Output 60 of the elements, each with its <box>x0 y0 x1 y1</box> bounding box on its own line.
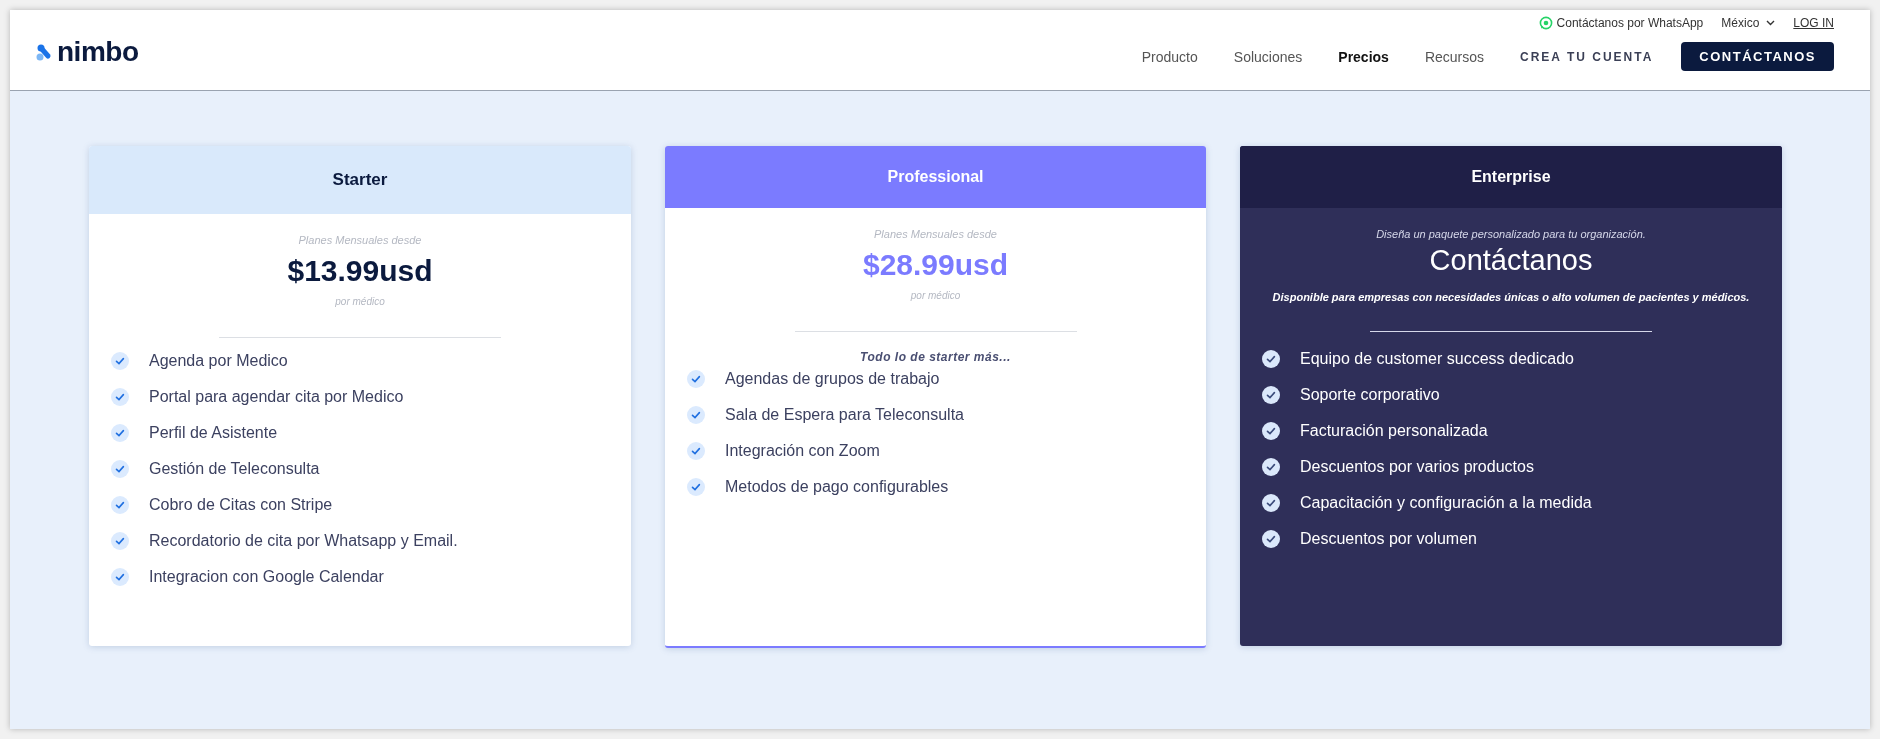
check-icon <box>687 370 705 388</box>
check-icon <box>111 460 129 478</box>
country-dropdown[interactable]: México <box>1721 16 1776 30</box>
plan-intro: Todo lo de starter más... <box>860 350 1011 364</box>
nav-link[interactable]: Soluciones <box>1233 48 1303 65</box>
check-icon <box>1262 458 1280 476</box>
login-link[interactable]: LOG IN <box>1793 16 1834 30</box>
plan-name: Starter <box>332 170 388 190</box>
feature-text: Integracion con Google Calendar <box>149 568 384 586</box>
check-icon <box>1262 530 1280 548</box>
feature-text: Descuentos por volumen <box>1300 530 1477 548</box>
plan-price: Contáctanos <box>1429 244 1593 277</box>
price-note: por médico <box>910 290 961 301</box>
check-icon <box>111 352 129 370</box>
check-icon <box>687 478 705 496</box>
price-caption: Planes Mensuales desde <box>298 234 422 246</box>
check-icon <box>111 496 129 514</box>
feature-text: Gestión de Teleconsulta <box>149 460 320 478</box>
check-icon <box>111 424 129 442</box>
price-caption: Diseña un paquete personalizado para tu organización. <box>1376 228 1646 240</box>
chevron-down-icon <box>1766 20 1776 26</box>
feature-text: Recordatorio de cita por Whatsapp y Email. <box>149 532 458 550</box>
plan-price: $28.99usd <box>862 248 1009 282</box>
plan-price: $13.99usd <box>287 254 433 288</box>
feature-text: Cobro de Citas con Stripe <box>149 496 333 514</box>
check-icon <box>687 442 705 460</box>
price-note: Disponible para empresas con necesidades únicas o alto volumen de pacientes y médicos. <box>1272 291 1750 303</box>
feature-text: Portal para agendar cita por Medico <box>149 388 404 406</box>
feature-text: Integración con Zoom <box>725 442 880 460</box>
check-icon <box>687 406 705 424</box>
nav-link[interactable]: Producto <box>1141 48 1198 65</box>
logo-text[interactable]: nimbo <box>57 36 139 68</box>
check-icon <box>1262 350 1280 368</box>
whatsapp-link[interactable]: Contáctanos por WhatsApp <box>1538 16 1704 30</box>
feature-text: Equipo de customer success dedicado <box>1300 350 1574 368</box>
feature-text: Soporte corporativo <box>1300 386 1440 404</box>
check-icon <box>111 532 129 550</box>
feature-text: Facturación personalizada <box>1300 422 1488 440</box>
price-note: por médico <box>335 296 385 307</box>
check-icon <box>1262 386 1280 404</box>
check-icon <box>1262 494 1280 512</box>
check-icon <box>111 388 129 406</box>
check-icon <box>1262 422 1280 440</box>
price-caption: Planes Mensuales desde <box>874 228 997 240</box>
nav-link[interactable]: Precios <box>1338 48 1389 65</box>
feature-text: Capacitación y configuración a la medida <box>1300 494 1592 512</box>
check-icon <box>111 568 129 586</box>
feature-text: Descuentos por varios productos <box>1300 458 1534 476</box>
feature-text: Metodos de pago configurables <box>725 478 949 496</box>
signup-link[interactable]: CREA TU CUENTA <box>1520 49 1654 64</box>
contact-button[interactable]: CONTÁCTANOS <box>1681 42 1834 71</box>
plan-name: Professional <box>887 168 984 186</box>
feature-text: Perfil de Asistente <box>149 424 278 442</box>
feature-text: Agenda por Medico <box>149 352 288 370</box>
feature-text: Sala de Espera para Teleconsulta <box>725 406 964 424</box>
logo-icon <box>36 43 52 61</box>
whatsapp-icon <box>1538 16 1553 30</box>
plan-name: Enterprise <box>1471 168 1551 186</box>
nav-link[interactable]: Recursos <box>1424 48 1485 65</box>
feature-text: Agendas de grupos de trabajo <box>725 370 940 388</box>
